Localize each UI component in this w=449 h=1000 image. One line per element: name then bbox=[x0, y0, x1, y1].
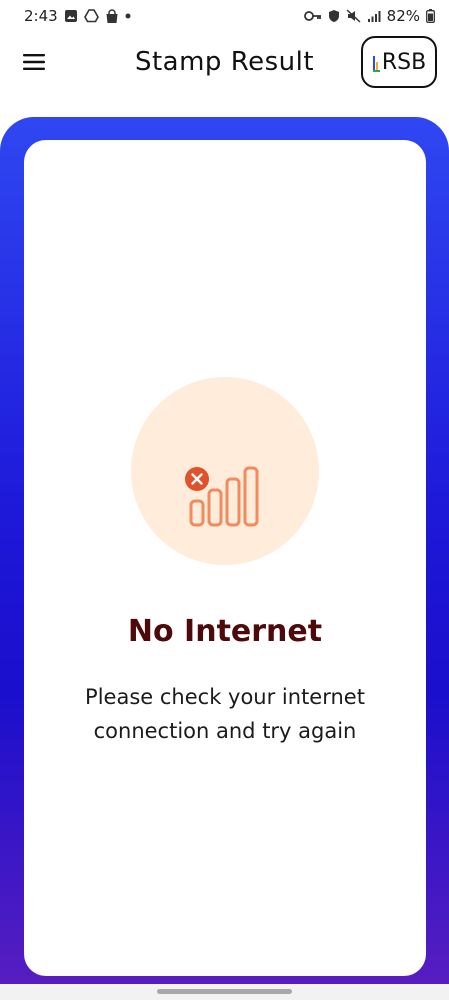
mute-icon bbox=[346, 9, 361, 23]
battery-level: 82% bbox=[386, 7, 420, 25]
content-card: No Internet Please check your internet c… bbox=[24, 140, 426, 976]
signal-icon bbox=[367, 10, 381, 23]
no-internet-illustration bbox=[131, 377, 319, 565]
logo-text: RSB bbox=[381, 49, 427, 75]
key-icon bbox=[303, 10, 322, 22]
app-bar: Stamp Result RSB bbox=[0, 32, 449, 92]
shield-icon bbox=[328, 9, 340, 23]
hamburger-menu-icon bbox=[23, 54, 45, 70]
drive-icon bbox=[83, 9, 99, 23]
error-title: No Internet bbox=[127, 614, 323, 649]
home-indicator[interactable] bbox=[157, 989, 292, 994]
status-time: 2:43 bbox=[24, 7, 58, 25]
gallery-icon bbox=[64, 9, 78, 23]
logo-mark-icon bbox=[372, 52, 381, 72]
menu-button[interactable] bbox=[20, 48, 48, 76]
shopping-bag-icon bbox=[105, 8, 119, 24]
error-message: Please check your internet connection an… bbox=[85, 685, 365, 743]
rsb-logo[interactable]: RSB bbox=[361, 36, 437, 88]
dot-icon bbox=[125, 13, 131, 19]
status-bar: 2:43 82% bbox=[0, 0, 449, 32]
battery-icon bbox=[426, 9, 435, 23]
no-signal-icon bbox=[185, 466, 259, 527]
